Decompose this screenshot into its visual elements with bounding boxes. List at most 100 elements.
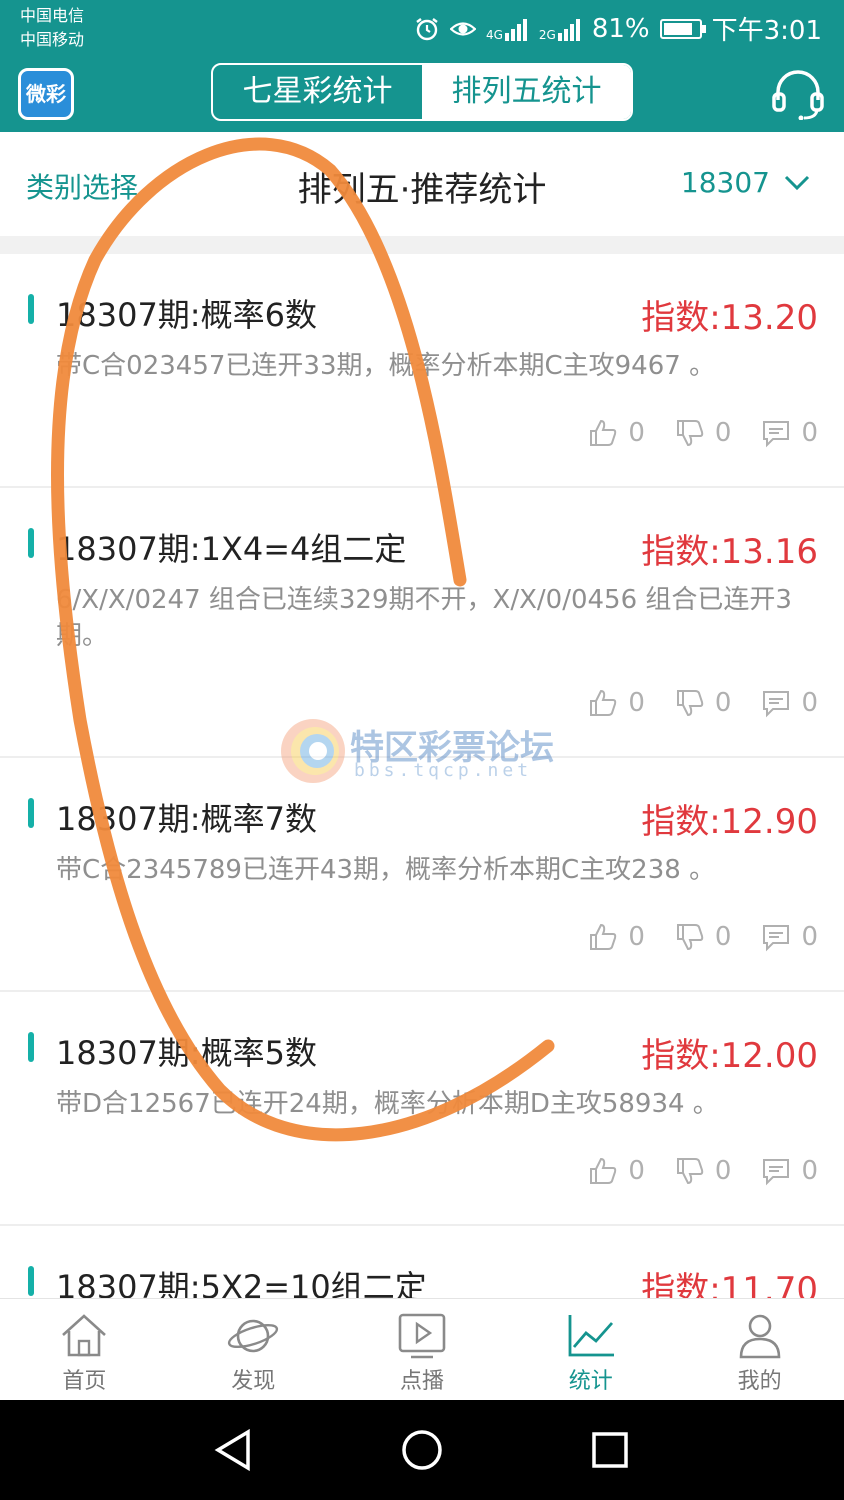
comment-count: 0 [801, 418, 818, 448]
card-index: 指数:13.16 [641, 532, 818, 572]
like-button[interactable]: 0 [588, 418, 645, 448]
status-icons: 4G 2G 81% 下午3:01 [414, 10, 822, 47]
carrier-1: 中国电信 [20, 6, 85, 25]
planet-icon [228, 1319, 279, 1353]
comment-button[interactable]: 0 [761, 922, 818, 952]
battery-percent: 81% [591, 13, 650, 44]
tab-pailiewu-stats[interactable]: 排列五统计 [422, 65, 631, 119]
period-dropdown[interactable]: 18307 [681, 166, 810, 199]
nav-stats[interactable]: 统计 [506, 1299, 675, 1401]
like-button[interactable]: 0 [588, 688, 645, 718]
card-description: 带C合023457已连开33期，概率分析本期C主攻9467 。 [56, 351, 716, 381]
tab-qixingcai-stats[interactable]: 七星彩统计 [213, 65, 422, 119]
like-button[interactable]: 0 [588, 1156, 645, 1186]
system-nav-bar [0, 1400, 844, 1500]
filter-bar: 类别选择 排列五·推荐统计 18307 [0, 132, 844, 236]
accent-bar [28, 1266, 34, 1296]
comment-count: 0 [801, 688, 818, 718]
forum-watermark: 特区彩票论坛 bbs.tqcp.net [278, 716, 578, 786]
thumbs-up-icon [590, 923, 617, 950]
list-item[interactable]: 18307期:概率7数 指数:12.90 带C合2345789已连开43期，概率… [0, 758, 844, 992]
app-logo[interactable]: 微彩 [18, 68, 74, 120]
dislike-count: 0 [714, 688, 732, 718]
card-description: 带C合2345789已连开43期，概率分析本期C主攻238 。 [56, 855, 716, 885]
nav-me[interactable]: 我的 [675, 1299, 844, 1401]
thumbs-up-icon [590, 419, 617, 446]
thumbs-up-icon [590, 1157, 617, 1184]
comment-count: 0 [801, 922, 818, 952]
chevron-down-icon [784, 175, 810, 190]
accent-bar [28, 798, 34, 828]
card-actions: 0 0 0 [588, 1156, 818, 1186]
carrier-labels: 中国电信 中国移动 [20, 4, 84, 52]
comment-icon [763, 1159, 790, 1186]
comment-button[interactable]: 0 [761, 418, 818, 448]
like-count: 0 [628, 1156, 645, 1186]
card-actions: 0 0 0 [588, 922, 818, 952]
eye-icon [449, 21, 476, 36]
card-description: 6/X/X/0247 组合已连续329期不开，X/X/0/0456 组合已连开3… [56, 585, 792, 651]
card-title: 18307期:概率5数 [56, 1034, 317, 1072]
app-screen: 中国电信 中国移动 4G 2G 81% 下午3:01 微彩 七星彩统计 排列五统… [0, 0, 844, 1500]
nav-discover[interactable]: 发现 [169, 1299, 338, 1401]
header-tabs: 七星彩统计 排列五统计 [211, 63, 633, 121]
thumbs-down-icon [676, 1158, 704, 1185]
headset-icon[interactable] [770, 68, 826, 120]
like-button[interactable]: 0 [588, 922, 645, 952]
dislike-count: 0 [714, 922, 732, 952]
thumbs-down-icon [676, 924, 704, 951]
card-title: 18307期:概率7数 [56, 800, 317, 838]
thumbs-down-icon [676, 690, 704, 717]
comment-icon [763, 925, 790, 952]
card-index: 指数:12.00 [641, 1036, 818, 1076]
card-title: 18307期:1X4=4组二定 [56, 530, 407, 568]
section-divider [0, 236, 844, 254]
accent-bar [28, 528, 34, 558]
accent-bar [28, 1032, 34, 1062]
card-index: 指数:13.20 [641, 298, 818, 338]
dislike-button[interactable]: 0 [675, 1156, 732, 1186]
system-nav-buttons [214, 1428, 628, 1472]
card-title: 18307期:5X2=10组二定 [56, 1268, 427, 1298]
play-icon [398, 1313, 446, 1359]
clock: 下午3:01 [711, 16, 822, 46]
user-icon [739, 1314, 780, 1359]
comment-button[interactable]: 0 [761, 1156, 818, 1186]
dislike-button[interactable]: 0 [675, 418, 731, 448]
nav-play-label: 点播 [399, 1369, 444, 1394]
list-item[interactable]: 18307期:5X2=10组二定 指数:11.70 [0, 1226, 844, 1298]
app-header: 微彩 七星彩统计 排列五统计 [0, 56, 844, 132]
card-index: 指数:12.90 [641, 802, 818, 842]
card-description: 带D合12567已连开24期，概率分析本期D主攻58934 。 [56, 1089, 719, 1119]
period-value: 18307 [680, 166, 770, 199]
dislike-button[interactable]: 0 [675, 922, 732, 952]
comment-icon [763, 691, 790, 718]
back-icon[interactable] [214, 1428, 250, 1472]
list-item[interactable]: 18307期:概率5数 指数:12.00 带D合12567已连开24期，概率分析… [0, 992, 844, 1226]
chart-icon [568, 1315, 614, 1357]
home-circle-icon[interactable] [402, 1430, 442, 1470]
card-title: 18307期:概率6数 [56, 296, 317, 334]
like-count: 0 [628, 922, 645, 952]
watermark-url: bbs.tqcp.net [354, 760, 533, 781]
status-bar: 中国电信 中国移动 4G 2G 81% 下午3:01 [0, 0, 844, 56]
watermark-logo-icon [281, 719, 345, 783]
nav-home-label: 首页 [62, 1369, 107, 1394]
list-item[interactable]: 18307期:概率6数 指数:13.20 带C合023457已连开33期，概率分… [0, 254, 844, 488]
dislike-button[interactable]: 0 [675, 688, 732, 718]
recents-icon[interactable] [592, 1432, 628, 1468]
battery-fill [663, 22, 692, 35]
dislike-count: 0 [714, 1156, 732, 1186]
home-icon [62, 1314, 107, 1357]
carrier-2: 中国移动 [20, 30, 85, 49]
battery-icon [659, 18, 706, 39]
comment-button[interactable]: 0 [761, 688, 818, 718]
nav-home[interactable]: 首页 [0, 1299, 169, 1401]
comment-count: 0 [801, 1156, 818, 1186]
card-actions: 0 0 0 [588, 688, 818, 718]
card-index: 指数:11.70 [641, 1270, 818, 1298]
comment-icon [763, 421, 790, 448]
like-count: 0 [628, 418, 645, 448]
signal-4g: 4G [486, 17, 529, 41]
nav-play[interactable]: 点播 [338, 1299, 507, 1401]
